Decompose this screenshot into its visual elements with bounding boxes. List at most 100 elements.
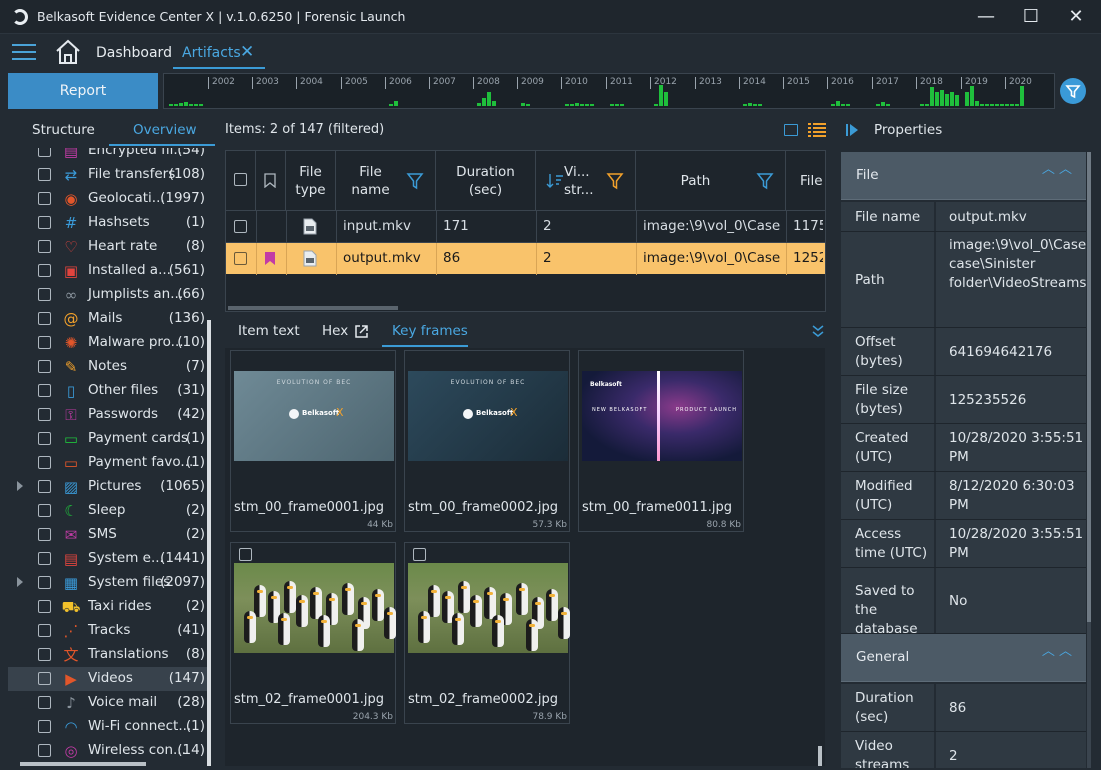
- tree-item-checkbox[interactable]: [38, 336, 51, 349]
- tree-item-checkbox[interactable]: [38, 744, 51, 757]
- tree-item-checkbox[interactable]: [38, 148, 51, 157]
- tree-item-checkbox[interactable]: [38, 192, 51, 205]
- tree-item-checkbox[interactable]: [38, 288, 51, 301]
- tree-item-checkbox[interactable]: [38, 168, 51, 181]
- tree-item[interactable]: 文 Translations (8): [8, 643, 207, 667]
- tree-item[interactable]: ▭ Payment cards (1): [8, 427, 207, 451]
- collapse-section-icon[interactable]: ︿ ︿: [1042, 645, 1072, 658]
- tree-item-checkbox[interactable]: [38, 624, 51, 637]
- expand-arrow-icon[interactable]: [17, 481, 23, 491]
- tree-item[interactable]: ∞ Jumplists an... (66): [8, 283, 207, 307]
- tree-item[interactable]: ▶ Videos (147): [8, 667, 207, 691]
- column-video-streams[interactable]: Vi... str...: [536, 151, 636, 211]
- property-section-header[interactable]: File ︿ ︿: [841, 152, 1086, 200]
- tree-item-checkbox[interactable]: [38, 504, 51, 517]
- properties-scrollbar-thumb[interactable]: [1087, 152, 1091, 622]
- tree-item-checkbox[interactable]: [38, 360, 51, 373]
- column-duration[interactable]: Duration (sec): [436, 151, 536, 211]
- tree-item[interactable]: ✺ Malware pro... (10): [8, 331, 207, 355]
- tree-item[interactable]: ⋰ Tracks (41): [8, 619, 207, 643]
- select-all-checkbox[interactable]: [234, 173, 247, 186]
- tree-item[interactable]: ⇄ File transfers (108): [8, 163, 207, 187]
- column-path[interactable]: Path: [636, 151, 786, 211]
- hamburger-menu-icon[interactable]: [12, 44, 36, 62]
- report-button[interactable]: Report: [8, 73, 158, 109]
- tree-item[interactable]: ⚿ Passwords (42): [8, 403, 207, 427]
- bookmark-filled-icon[interactable]: [264, 251, 276, 266]
- expand-arrow-icon[interactable]: [17, 577, 23, 587]
- grid-horizontal-scrollbar[interactable]: [228, 306, 398, 310]
- tree-item[interactable]: ♪ Voice mail (28): [8, 691, 207, 715]
- home-icon[interactable]: [54, 38, 82, 66]
- column-file-name[interactable]: File name: [336, 151, 436, 211]
- tree-item[interactable]: ▦ System files (2097): [8, 571, 207, 595]
- thumbnail-checkbox[interactable]: [239, 548, 252, 561]
- row-checkbox[interactable]: [234, 220, 247, 233]
- key-frame-thumbnail[interactable]: Belkasoft NEW BELKASOFT PRODUCT LAUNCH stm_…: [578, 350, 744, 532]
- tab-artifacts-label[interactable]: Artifacts: [182, 45, 241, 61]
- tree-horizontal-scrollbar[interactable]: [20, 762, 146, 766]
- bookmark-column-header[interactable]: [256, 151, 286, 211]
- column-file[interactable]: File: [786, 151, 826, 211]
- tree-item-checkbox[interactable]: [38, 672, 51, 685]
- key-frame-thumbnail[interactable]: EVOLUTION OF BEC Belkasoft Xstm_00_frame00…: [404, 350, 570, 532]
- panel-toggle-icon[interactable]: [846, 123, 860, 137]
- tree-item[interactable]: # Hashsets (1): [8, 211, 207, 235]
- tree-item[interactable]: ◉ Geolocati... (1997): [8, 187, 207, 211]
- tree-item[interactable]: ▤ System e... (1441): [8, 547, 207, 571]
- column-file-type[interactable]: File type: [286, 151, 336, 211]
- tree-item[interactable]: ▨ Pictures (1065): [8, 475, 207, 499]
- tree-scrollbar[interactable]: [207, 320, 211, 766]
- table-row[interactable]: input.mkv 171 2 image:\9\vol_0\Cases\ 11…: [226, 210, 825, 243]
- tree-item[interactable]: ▣ Installed a... (561): [8, 259, 207, 283]
- tree-item[interactable]: ♡ Heart rate (8): [8, 235, 207, 259]
- list-view-icon[interactable]: [808, 123, 826, 137]
- tree-item-checkbox[interactable]: [38, 528, 51, 541]
- close-tab-icon[interactable]: ✕: [240, 42, 254, 62]
- active-filter-icon[interactable]: [606, 172, 624, 190]
- tree-item[interactable]: ✎ Notes (7): [8, 355, 207, 379]
- tree-item-checkbox[interactable]: [38, 216, 51, 229]
- tree-item[interactable]: ✉ SMS (2): [8, 523, 207, 547]
- gallery-view-icon[interactable]: [784, 124, 798, 136]
- row-checkbox[interactable]: [234, 252, 247, 265]
- tree-item-checkbox[interactable]: [38, 696, 51, 709]
- gallery-scrollbar[interactable]: [818, 746, 822, 766]
- tree-item-checkbox[interactable]: [38, 576, 51, 589]
- maximize-button[interactable]: ☐: [1017, 6, 1045, 28]
- tree-item-checkbox[interactable]: [38, 720, 51, 733]
- tree-item-checkbox[interactable]: [38, 552, 51, 565]
- tree-item-checkbox[interactable]: [38, 456, 51, 469]
- tree-item-checkbox[interactable]: [38, 432, 51, 445]
- tree-item-checkbox[interactable]: [38, 480, 51, 493]
- key-frame-thumbnail[interactable]: EVOLUTION OF BEC Belkasoft Xstm_00_frame00…: [230, 350, 396, 532]
- tree-item[interactable]: ☾ Sleep (2): [8, 499, 207, 523]
- tree-item[interactable]: ▯ Other files (31): [8, 379, 207, 403]
- tree-item[interactable]: ◎ Wireless con... (14): [8, 739, 207, 762]
- collapse-section-icon[interactable]: ︿ ︿: [1042, 163, 1072, 176]
- filter-icon[interactable]: [406, 172, 424, 190]
- tree-item[interactable]: ▤ Encrypted fil... (54): [8, 148, 207, 163]
- collapse-chevron-icon[interactable]: [811, 324, 825, 338]
- tab-dashboard[interactable]: Dashboard: [96, 45, 172, 61]
- tree-item[interactable]: ◠ Wi-Fi connect... (1): [8, 715, 207, 739]
- tab-item-text[interactable]: Item text: [238, 323, 300, 339]
- tab-key-frames[interactable]: Key frames: [392, 323, 468, 339]
- minimize-button[interactable]: —: [972, 6, 1000, 28]
- tab-structure[interactable]: Structure: [32, 122, 95, 138]
- property-section-header[interactable]: General ︿ ︿: [841, 634, 1086, 682]
- tab-overview[interactable]: Overview: [133, 122, 197, 138]
- tree-item-checkbox[interactable]: [38, 408, 51, 421]
- tree-item-checkbox[interactable]: [38, 600, 51, 613]
- timeline-histogram[interactable]: 2002 2003 2004 2005 2006 2007 2008 2009 2010 2011…: [163, 73, 1055, 109]
- open-external-icon[interactable]: [354, 324, 369, 339]
- tree-item[interactable]: ⛟ Taxi rides (2): [8, 595, 207, 619]
- key-frame-thumbnail[interactable]: stm_02_frame0001.jpg 204.3 Kb: [230, 542, 396, 724]
- tab-hex[interactable]: Hex: [322, 323, 348, 339]
- close-window-button[interactable]: ✕: [1062, 6, 1090, 28]
- tree-item-checkbox[interactable]: [38, 648, 51, 661]
- table-row-selected[interactable]: output.mkv 86 2 image:\9\vol_0\Cases\ 12…: [226, 242, 825, 275]
- tree-item[interactable]: ▭ Payment favo... (1): [8, 451, 207, 475]
- filter-icon[interactable]: [756, 172, 774, 190]
- tree-item-checkbox[interactable]: [38, 312, 51, 325]
